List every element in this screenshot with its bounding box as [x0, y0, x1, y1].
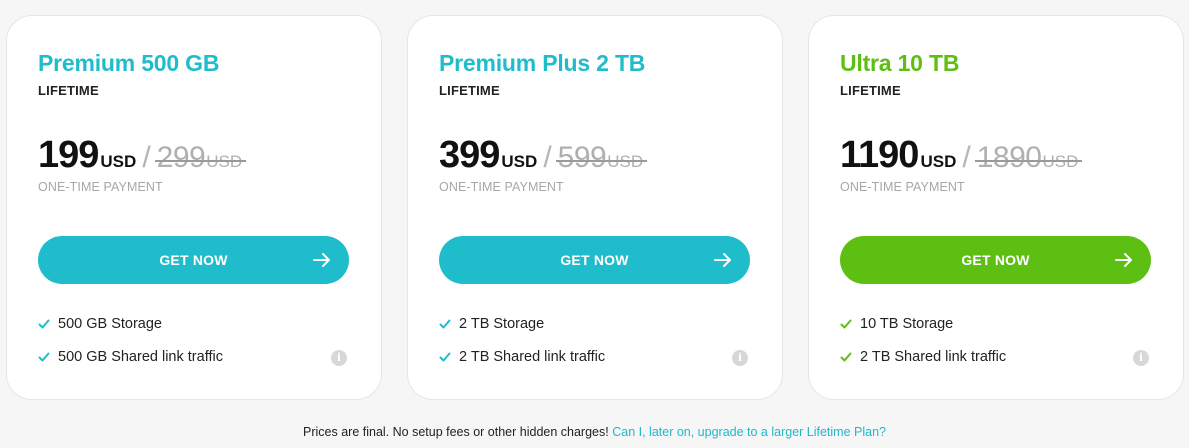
payment-note: ONE-TIME PAYMENT	[38, 180, 163, 194]
feature-label: 10 TB Storage	[860, 316, 954, 332]
price-amount: 199	[38, 134, 99, 176]
payment-note: ONE-TIME PAYMENT	[840, 180, 965, 194]
strikethrough-line	[555, 159, 648, 162]
get-now-button[interactable]: GET NOW	[38, 236, 349, 284]
plan-period: LIFETIME	[38, 83, 99, 98]
plan-card-ultra-10tb: Ultra 10 TB LIFETIME 1190 USD / 1890 USD…	[808, 15, 1184, 400]
strikethrough-line	[974, 159, 1083, 162]
price-currency: USD	[501, 152, 538, 171]
price-currency: USD	[100, 152, 137, 171]
check-icon	[840, 319, 852, 329]
info-icon[interactable]: i	[331, 350, 347, 366]
feature-item: 2 TB Storage	[439, 316, 544, 332]
info-icon[interactable]: i	[1133, 350, 1149, 366]
payment-note: ONE-TIME PAYMENT	[439, 180, 564, 194]
feature-label: 2 TB Shared link traffic	[459, 349, 606, 365]
plan-title: Premium Plus 2 TB	[439, 50, 646, 76]
upgrade-faq-link[interactable]: Can I, later on, upgrade to a larger Lif…	[612, 425, 886, 439]
old-price-currency: USD	[607, 152, 643, 172]
check-icon	[38, 319, 50, 329]
old-price-amount: 599	[557, 141, 607, 174]
footer-text: Prices are final. No setup fees or other…	[303, 425, 609, 439]
get-now-label: GET NOW	[159, 252, 228, 268]
get-now-button[interactable]: GET NOW	[439, 236, 750, 284]
plan-card-premium-plus-2tb: Premium Plus 2 TB LIFETIME 399 USD / 599…	[407, 15, 783, 400]
feature-item: 500 GB Storage	[38, 316, 162, 332]
price-row: 1190 USD / 1890 USD	[840, 134, 1083, 177]
strikethrough-line	[154, 159, 247, 162]
check-icon	[840, 352, 852, 362]
arrow-right-icon	[313, 253, 330, 267]
get-now-label: GET NOW	[560, 252, 629, 268]
plan-card-premium-500gb: Premium 500 GB LIFETIME 199 USD / 299 US…	[6, 15, 382, 400]
plan-period: LIFETIME	[840, 83, 901, 98]
info-icon[interactable]: i	[732, 350, 748, 366]
get-now-label: GET NOW	[961, 252, 1030, 268]
plan-period: LIFETIME	[439, 83, 500, 98]
plan-title: Ultra 10 TB	[840, 50, 960, 76]
feature-item: 2 TB Shared link traffic	[439, 349, 605, 365]
price-separator: /	[142, 141, 151, 174]
pricing-footer: Prices are final. No setup fees or other…	[0, 425, 1189, 439]
feature-label: 2 TB Storage	[459, 316, 545, 332]
check-icon	[439, 352, 451, 362]
old-price-amount: 1890	[976, 141, 1042, 174]
feature-label: 500 GB Storage	[58, 316, 162, 332]
feature-item: 10 TB Storage	[840, 316, 953, 332]
feature-label: 2 TB Shared link traffic	[860, 349, 1007, 365]
price-separator: /	[962, 141, 971, 174]
price-separator: /	[543, 141, 552, 174]
old-price-currency: USD	[206, 152, 242, 172]
feature-item: 500 GB Shared link traffic	[38, 349, 223, 365]
plan-title: Premium 500 GB	[38, 50, 220, 76]
feature-item: 2 TB Shared link traffic	[840, 349, 1006, 365]
price-row: 399 USD / 599 USD	[439, 134, 648, 177]
price-currency: USD	[920, 152, 957, 171]
price-amount: 399	[439, 134, 500, 176]
arrow-right-icon	[714, 253, 731, 267]
old-price: 299 USD	[154, 141, 247, 175]
get-now-button[interactable]: GET NOW	[840, 236, 1151, 284]
old-price-currency: USD	[1042, 152, 1078, 172]
old-price: 599 USD	[555, 141, 648, 175]
price-amount: 1190	[840, 134, 919, 176]
feature-label: 500 GB Shared link traffic	[58, 349, 223, 365]
price-row: 199 USD / 299 USD	[38, 134, 247, 177]
old-price-amount: 299	[156, 141, 206, 174]
arrow-right-icon	[1115, 253, 1132, 267]
check-icon	[439, 319, 451, 329]
check-icon	[38, 352, 50, 362]
old-price: 1890 USD	[974, 141, 1083, 175]
